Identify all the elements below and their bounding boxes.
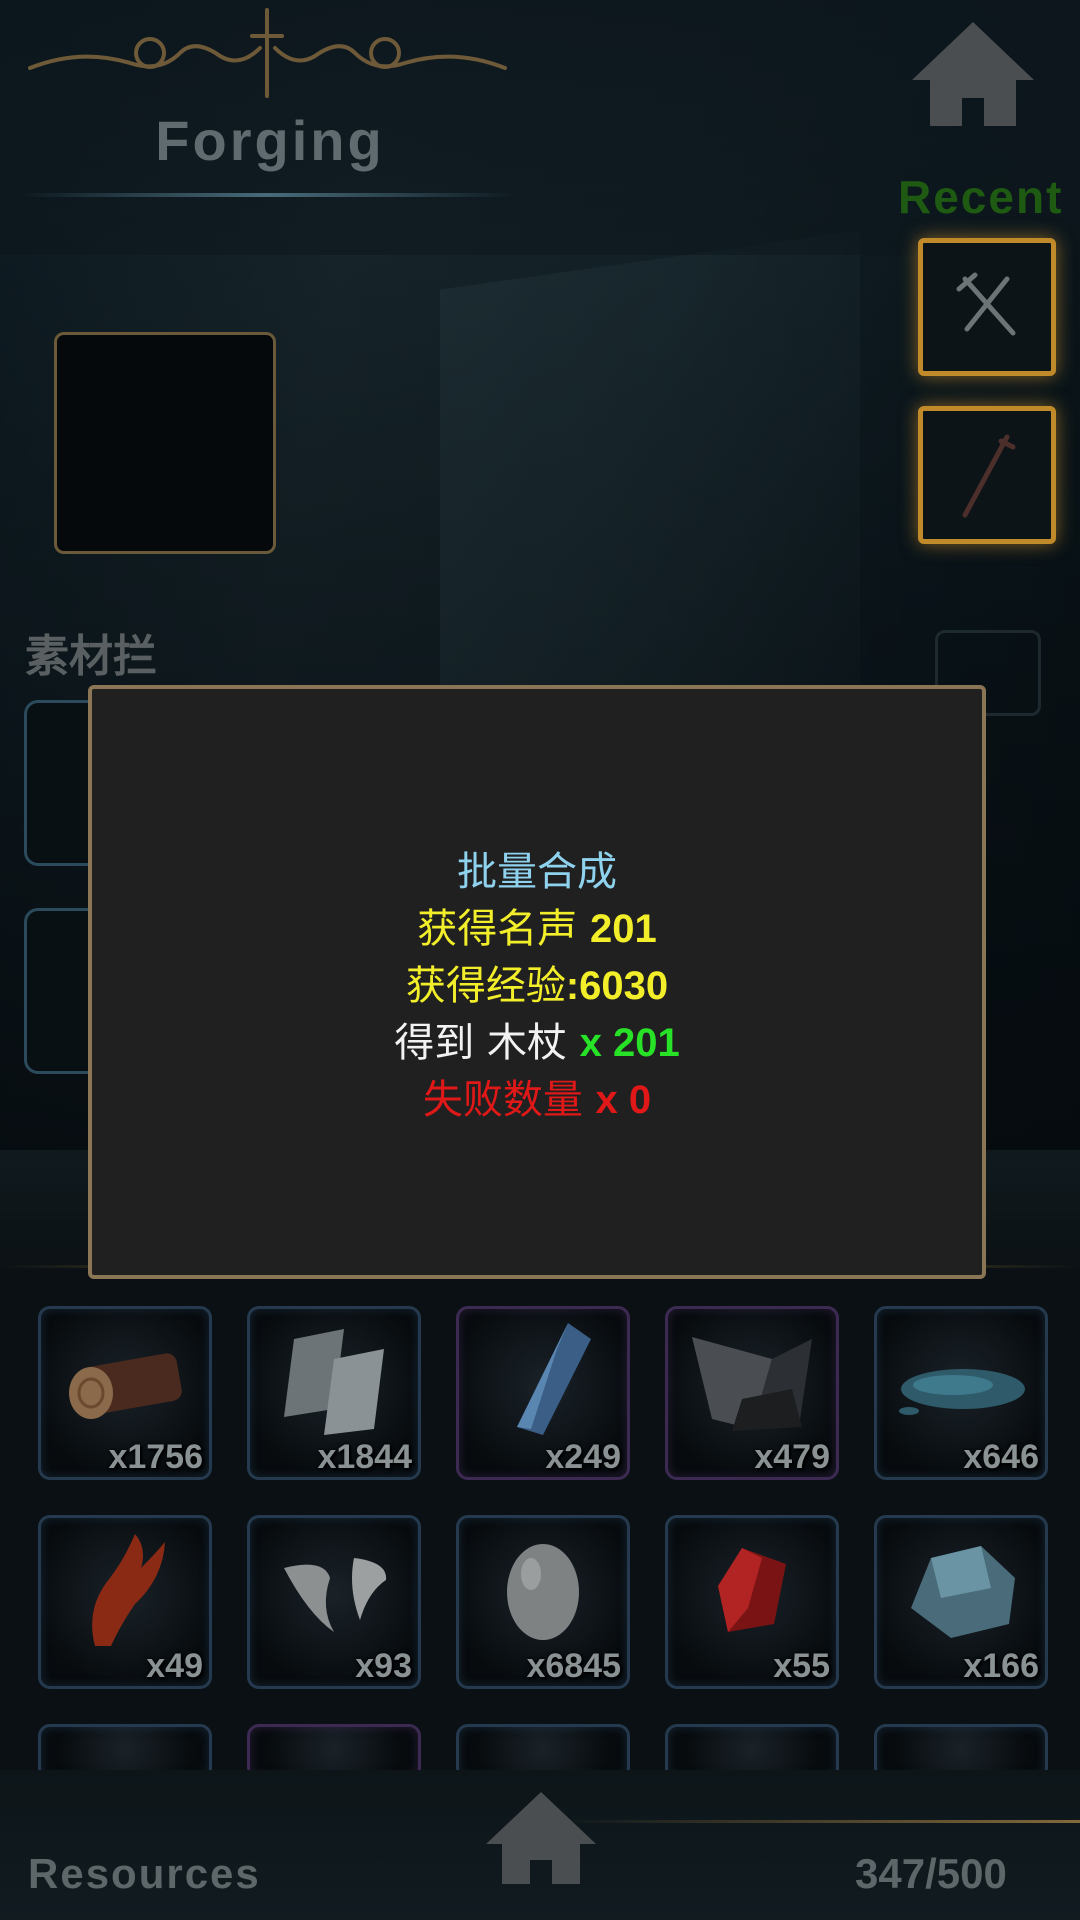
exp-line: 获得经验:6030 bbox=[92, 958, 982, 1015]
metal-plates-icon bbox=[284, 1329, 384, 1435]
fangs-icon bbox=[284, 1558, 387, 1632]
bottom-divider bbox=[560, 1820, 1080, 1823]
egg-icon bbox=[507, 1544, 579, 1640]
inventory-item[interactable]: x49 bbox=[38, 1515, 212, 1689]
blue-ore-icon bbox=[911, 1546, 1015, 1638]
item-count: x249 bbox=[545, 1438, 621, 1476]
forge-preview-slot[interactable] bbox=[54, 332, 276, 554]
ornament-icon bbox=[28, 8, 507, 98]
fame-line: 获得名声 201 bbox=[92, 901, 982, 958]
inventory-item[interactable]: x249 bbox=[456, 1306, 630, 1480]
inventory-item[interactable]: x1844 bbox=[247, 1306, 421, 1480]
inventory-item[interactable]: x55 bbox=[665, 1515, 839, 1689]
fork-knife-icon bbox=[956, 272, 1016, 336]
dialog-title: 批量合成 bbox=[457, 849, 617, 895]
home-icon[interactable] bbox=[908, 18, 1038, 130]
item-count: x166 bbox=[963, 1647, 1039, 1685]
dialog-content: 批量合成 获得名声 201 获得经验:6030 得到 木杖 x 201 失败数量… bbox=[92, 844, 982, 1129]
item-count: x93 bbox=[355, 1647, 412, 1685]
red-claw-icon bbox=[92, 1534, 165, 1646]
exp-value: :6030 bbox=[565, 964, 669, 1008]
item-count: x 201 bbox=[579, 1021, 680, 1065]
inventory-item[interactable]: x166 bbox=[874, 1515, 1048, 1689]
item-count: x479 bbox=[754, 1438, 830, 1476]
item-label: 得到 bbox=[394, 1020, 475, 1066]
inventory-item[interactable]: x6845 bbox=[456, 1515, 630, 1689]
resources-label: Resources bbox=[28, 1850, 261, 1897]
inventory-item[interactable]: x646 bbox=[874, 1306, 1048, 1480]
item-count: x1844 bbox=[317, 1438, 412, 1476]
item-name: 木杖 bbox=[486, 1020, 567, 1066]
fail-count: x 0 bbox=[595, 1078, 652, 1122]
item-count: x646 bbox=[963, 1438, 1039, 1476]
dark-crystal-cluster-icon bbox=[692, 1337, 812, 1431]
item-count: x49 bbox=[146, 1647, 203, 1685]
exp-label: 获得经验 bbox=[405, 963, 566, 1009]
recent-label: Recent bbox=[898, 171, 1064, 223]
item-count: x55 bbox=[773, 1647, 830, 1685]
blue-crystal-icon bbox=[517, 1323, 591, 1435]
batch-result-dialog[interactable]: 批量合成 获得名声 201 获得经验:6030 得到 木杖 x 201 失败数量… bbox=[88, 685, 986, 1279]
materials-section-label: 素材拦 bbox=[25, 631, 157, 682]
item-line: 得到 木杖 x 201 bbox=[92, 1015, 982, 1072]
fame-value: 201 bbox=[589, 907, 657, 951]
inventory-item[interactable]: x479 bbox=[665, 1306, 839, 1480]
water-puddle-icon bbox=[899, 1369, 1025, 1415]
item-count: x1756 bbox=[108, 1438, 203, 1476]
staff-icon bbox=[962, 434, 1016, 518]
recent-slot-2[interactable] bbox=[918, 406, 1056, 544]
inventory-item[interactable]: x1756 bbox=[38, 1306, 212, 1480]
inventory-capacity: 347/500 bbox=[855, 1850, 1007, 1897]
inventory-item[interactable]: x93 bbox=[247, 1515, 421, 1689]
fail-label: 失败数量 bbox=[422, 1077, 583, 1123]
fail-line: 失败数量 x 0 bbox=[92, 1072, 982, 1129]
recent-slot-1[interactable] bbox=[918, 238, 1056, 376]
home-icon[interactable] bbox=[482, 1788, 600, 1888]
red-gem-icon bbox=[718, 1548, 786, 1632]
wood-log-icon bbox=[69, 1353, 182, 1419]
item-count: x6845 bbox=[526, 1647, 621, 1685]
fame-label: 获得名声 bbox=[417, 906, 578, 952]
page-title: Forging bbox=[155, 109, 385, 172]
title-divider bbox=[20, 193, 515, 197]
